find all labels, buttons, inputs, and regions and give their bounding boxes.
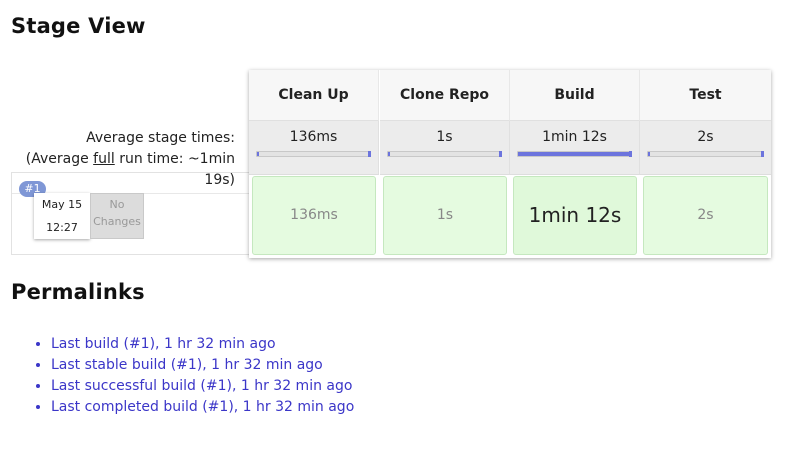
stage-average-bar — [647, 151, 764, 157]
stage-average-bar — [387, 151, 502, 157]
last-stable-build-link[interactable]: Last stable build (#1), 1 hr 32 min ago — [51, 357, 323, 373]
build-date-card[interactable]: May 15 12:27 — [34, 193, 90, 239]
last-completed-build-link[interactable]: Last completed build (#1), 1 hr 32 min a… — [51, 399, 354, 415]
stage-average-bar — [256, 151, 371, 157]
build-time: 12:27 — [46, 221, 78, 234]
stage-cell-success[interactable]: 136ms — [252, 176, 376, 255]
average-run-time: (Average full run time: ~1min — [25, 151, 235, 167]
stage-view-heading: Stage View — [11, 14, 146, 38]
build-date: May 15 — [41, 198, 83, 211]
list-item: Last successful build (#1), 1 hr 32 min … — [51, 376, 354, 397]
last-successful-build-link[interactable]: Last successful build (#1), 1 hr 32 min … — [51, 378, 352, 394]
full-run-time-link[interactable]: full — [93, 151, 115, 167]
stage-cell-success[interactable]: 1s — [383, 176, 507, 255]
average-stage-times-label: Average stage times: — [86, 130, 235, 146]
stage-cell-success[interactable]: 2s — [643, 176, 768, 255]
build-row: #1 May 15 12:27 No Changes — [11, 172, 249, 255]
permalinks-list: Last build (#1), 1 hr 32 min ago Last st… — [33, 334, 354, 418]
stage-cell-success[interactable]: 1min 12s — [513, 176, 637, 255]
stage-column-build: Build 1min 12s 1min 12s — [510, 70, 640, 258]
stage-average-bar — [517, 151, 632, 157]
stage-column-test: Test 2s 2s — [640, 70, 771, 258]
stage-header: Build — [510, 70, 640, 121]
stage-average: 1min 12s — [510, 121, 640, 175]
stage-average-time: 1s — [436, 129, 453, 145]
stage-average-time: 1min 12s — [542, 129, 607, 145]
stage-header: Test — [640, 70, 771, 121]
stage-average-time: 2s — [697, 129, 714, 145]
list-item: Last build (#1), 1 hr 32 min ago — [51, 334, 354, 355]
stage-average: 1s — [380, 121, 510, 175]
stage-average-time: 136ms — [289, 129, 338, 145]
list-item: Last completed build (#1), 1 hr 32 min a… — [51, 397, 354, 418]
permalinks-heading: Permalinks — [11, 280, 145, 304]
changes-indicator: No Changes — [90, 193, 144, 239]
stage-column-clean-up: Clean Up 136ms 136ms — [249, 70, 379, 258]
stage-average: 136ms — [249, 121, 379, 175]
stage-column-clone-repo: Clone Repo 1s 1s — [380, 70, 510, 258]
last-build-link[interactable]: Last build (#1), 1 hr 32 min ago — [51, 336, 276, 352]
stage-header: Clone Repo — [380, 70, 510, 121]
list-item: Last stable build (#1), 1 hr 32 min ago — [51, 355, 354, 376]
stage-average: 2s — [640, 121, 771, 175]
stage-view-table: Clean Up 136ms 136ms Clone Repo 1s 1s Bu… — [249, 70, 771, 258]
stage-header: Clean Up — [249, 70, 379, 121]
